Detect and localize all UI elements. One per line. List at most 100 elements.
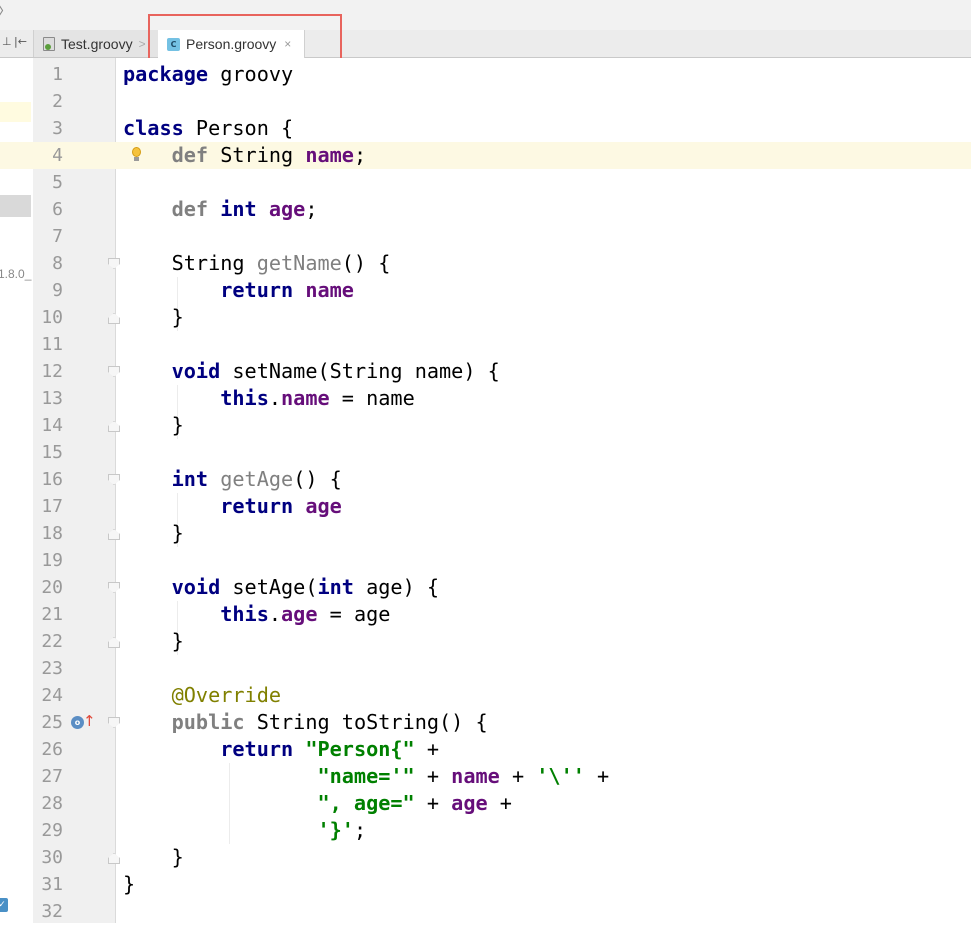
line-number[interactable]: 9 [33,277,63,304]
line-number[interactable]: 12 [33,358,63,385]
code-text[interactable]: package groovy [123,61,293,88]
line-number[interactable]: 16 [33,466,63,493]
line-number[interactable]: 14 [33,412,63,439]
fold-end-icon[interactable] [108,853,120,864]
tab-person-groovy[interactable]: C Person.groovy × [158,30,305,58]
line-number[interactable]: 8 [33,250,63,277]
code-text[interactable]: } [123,871,135,898]
code-text[interactable]: } [123,520,184,547]
code-line[interactable]: 14 } [0,412,971,439]
line-number[interactable]: 5 [33,169,63,196]
code-line[interactable]: 30 } [0,844,971,871]
code-line[interactable]: 15 [0,439,971,466]
close-icon[interactable]: × [284,37,291,51]
fold-start-icon[interactable] [108,258,120,269]
code-line[interactable]: 7 [0,223,971,250]
line-number[interactable]: 15 [33,439,63,466]
code-line[interactable]: 29 '}'; [0,817,971,844]
line-number[interactable]: 27 [33,763,63,790]
code-line[interactable]: 22 } [0,628,971,655]
fold-end-icon[interactable] [108,313,120,324]
line-number[interactable]: 7 [33,223,63,250]
line-number[interactable]: 6 [33,196,63,223]
line-number[interactable]: 30 [33,844,63,871]
code-text[interactable]: @Override [123,682,281,709]
arrow-up-icon[interactable]: ↑ [83,710,96,732]
code-line[interactable]: 26 return "Person{" + [0,736,971,763]
code-text[interactable]: this.name = name [123,385,414,412]
line-number[interactable]: 22 [33,628,63,655]
code-line[interactable]: 3 class Person { [0,115,971,142]
line-number[interactable]: 29 [33,817,63,844]
code-line[interactable]: 24 @Override [0,682,971,709]
code-line[interactable]: 8 String getName() { [0,250,971,277]
line-number[interactable]: 1 [33,61,63,88]
code-text[interactable]: def int age; [123,196,318,223]
code-text[interactable]: "name='" + name + '\'' + [123,763,609,790]
fold-end-icon[interactable] [108,529,120,540]
line-number[interactable]: 11 [33,331,63,358]
code-text[interactable]: return "Person{" + [123,736,439,763]
code-line[interactable]: 4 def String name; [0,142,971,169]
line-number[interactable]: 13 [33,385,63,412]
code-line[interactable]: 31} [0,871,971,898]
chevron-right-icon[interactable]: 〉 [0,4,12,19]
fold-end-icon[interactable] [108,421,120,432]
line-number[interactable]: 21 [33,601,63,628]
code-line[interactable]: 6 def int age; [0,196,971,223]
code-text[interactable]: this.age = age [123,601,390,628]
line-number[interactable]: 4 [33,142,63,169]
code-text[interactable]: } [123,628,184,655]
line-number[interactable]: 19 [33,547,63,574]
code-line[interactable]: 12 void setName(String name) { [0,358,971,385]
code-line[interactable]: 28 ", age=" + age + [0,790,971,817]
code-text[interactable]: return name [123,277,354,304]
code-line[interactable]: 27 "name='" + name + '\'' + [0,763,971,790]
code-text[interactable]: def String name; [123,142,366,169]
code-line[interactable]: 11 [0,331,971,358]
line-number[interactable]: 32 [33,898,63,925]
line-number[interactable]: 2 [33,88,63,115]
code-text[interactable]: String getName() { [123,250,391,277]
code-text[interactable]: } [123,412,184,439]
line-number[interactable]: 3 [33,115,63,142]
line-number[interactable]: 24 [33,682,63,709]
code-line[interactable]: 18 } [0,520,971,547]
code-line[interactable]: 32 [0,898,971,925]
fold-start-icon[interactable] [108,366,120,377]
code-text[interactable]: public String toString() { [123,709,488,736]
code-text[interactable]: void setAge(int age) { [123,574,439,601]
fold-start-icon[interactable] [108,474,120,485]
code-line[interactable]: 2 [0,88,971,115]
fold-end-icon[interactable] [108,637,120,648]
code-line[interactable]: 9 return name [0,277,971,304]
code-line[interactable]: 5 [0,169,971,196]
line-number[interactable]: 17 [33,493,63,520]
line-number[interactable]: 31 [33,871,63,898]
code-line[interactable]: 16 int getAge() { [0,466,971,493]
code-line[interactable]: 20 void setAge(int age) { [0,574,971,601]
line-number[interactable]: 23 [33,655,63,682]
code-text[interactable]: ", age=" + age + [123,790,511,817]
line-number[interactable]: 10 [33,304,63,331]
code-text[interactable]: } [123,844,184,871]
code-line[interactable]: 1 package groovy [0,61,971,88]
code-text[interactable]: return age [123,493,342,520]
line-number[interactable]: 18 [33,520,63,547]
code-line[interactable]: 10 } [0,304,971,331]
line-number[interactable]: 28 [33,790,63,817]
scroll-from-source-icon[interactable]: |← [14,35,27,49]
code-line[interactable]: 23 [0,655,971,682]
code-line[interactable]: 21 this.age = age [0,601,971,628]
code-text[interactable]: int getAge() { [123,466,342,493]
tab-test-groovy[interactable]: Test.groovy > [33,30,159,57]
code-line[interactable]: 19 [0,547,971,574]
code-line[interactable]: 17 return age [0,493,971,520]
line-number[interactable]: 25 [33,709,63,736]
line-number[interactable]: 26 [33,736,63,763]
code-text[interactable]: } [123,304,184,331]
code-text[interactable]: void setName(String name) { [123,358,500,385]
code-line[interactable]: 13 this.name = name [0,385,971,412]
code-text[interactable]: class Person { [123,115,293,142]
code-line[interactable]: 25 o ↑ public String toString() { [0,709,971,736]
